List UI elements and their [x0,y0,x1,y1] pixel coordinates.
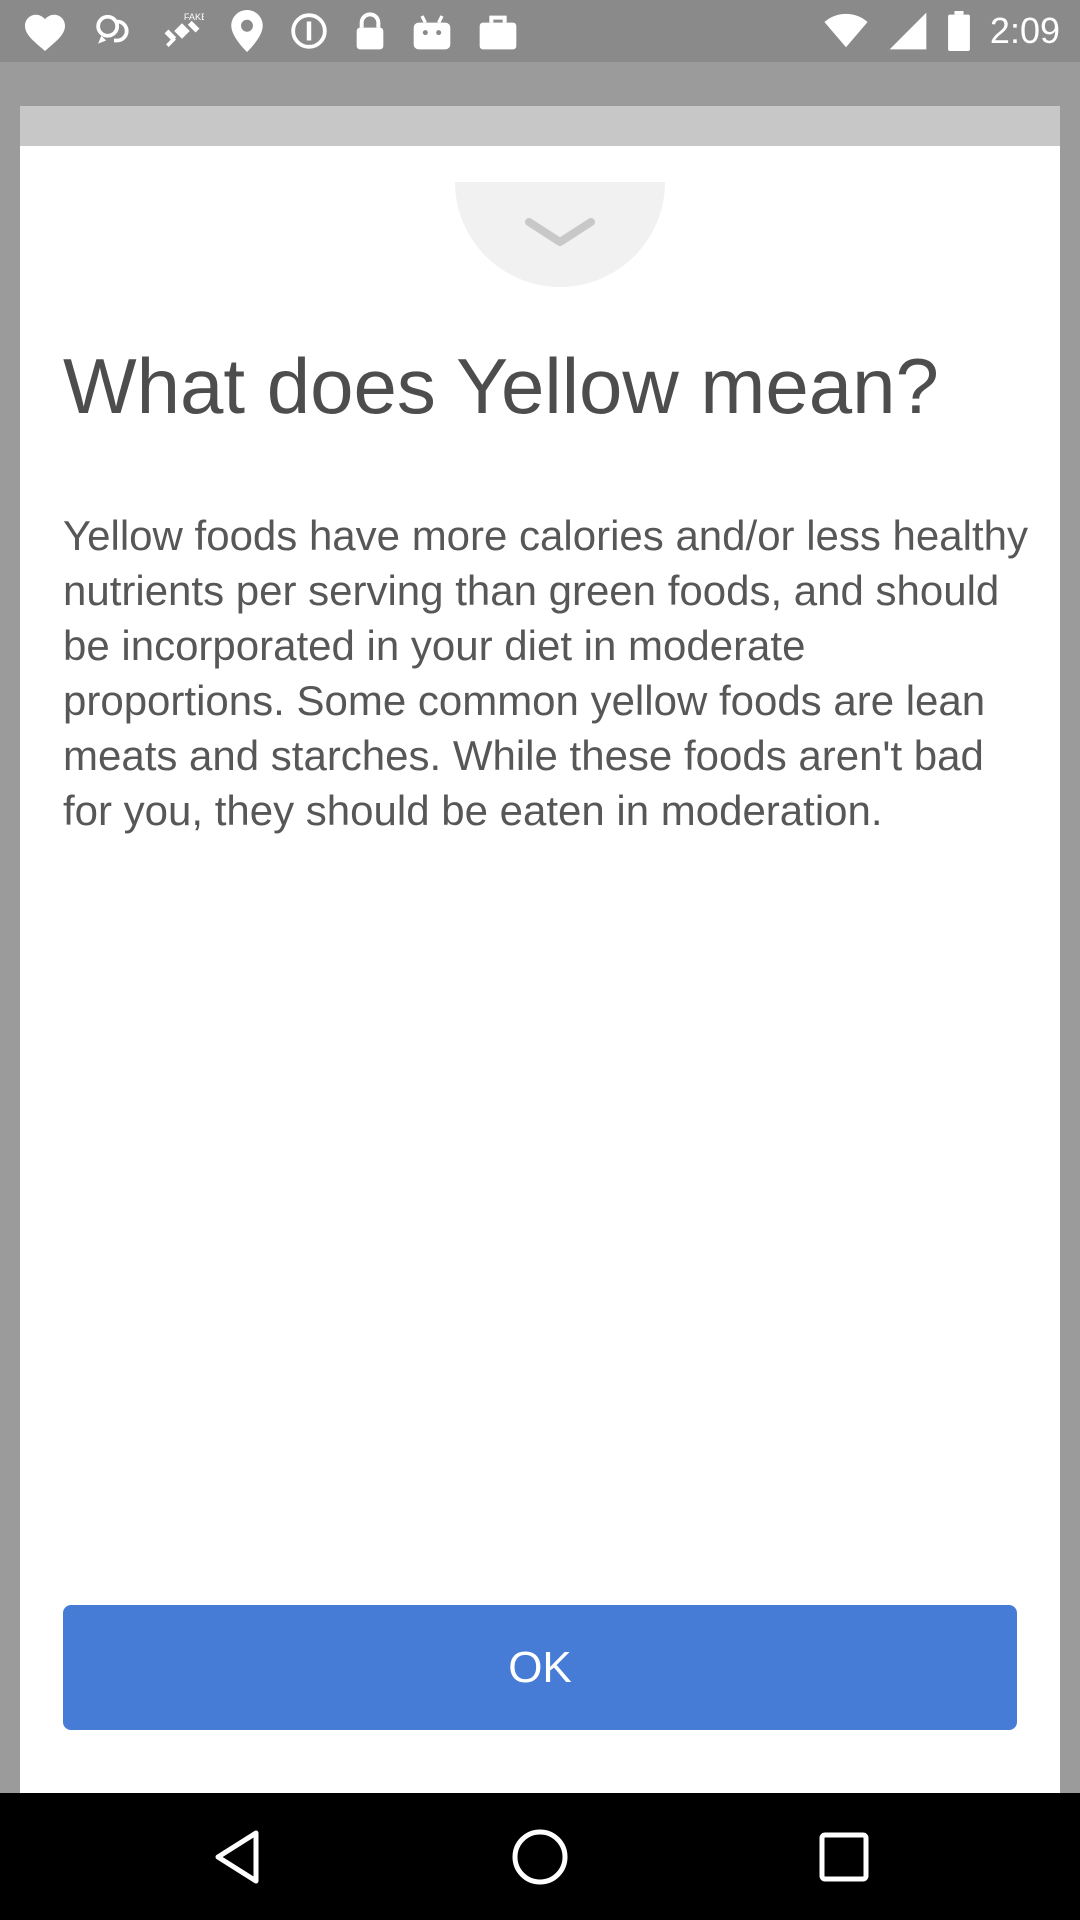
wifi-icon [824,13,868,48]
shopping-bag-icon [479,15,517,50]
chat-bubbles-icon [96,14,129,44]
info-dialog: What does Yellow mean? Yellow foods have… [20,146,1060,1793]
heart-icon [25,14,65,51]
home-icon[interactable] [510,1827,570,1887]
location-pin-icon [231,10,263,52]
lock-icon [356,12,384,50]
notification-icons: FAKE [22,10,544,52]
battery-icon [948,11,970,51]
recents-icon[interactable] [814,1827,874,1887]
dialog-title: What does Yellow mean? [63,342,939,430]
ok-button[interactable]: OK [63,1605,1017,1730]
fake-gps-satellite-icon: FAKE [164,12,204,47]
system-status: 2:09 [824,0,1060,62]
android-bag-icon [413,15,451,50]
dismiss-handle[interactable] [455,182,665,287]
status-bar: FAKE [0,0,1080,62]
info-circle-icon [291,13,327,49]
dialog-body: Yellow foods have more calories and/or l… [63,512,1028,834]
signal-icon [889,12,927,50]
svg-text:FAKE: FAKE [184,12,204,22]
status-time: 2:09 [989,10,1060,51]
chevron-down-icon [525,218,595,246]
navigation-bar [0,1793,1080,1920]
back-icon[interactable] [208,1827,268,1887]
